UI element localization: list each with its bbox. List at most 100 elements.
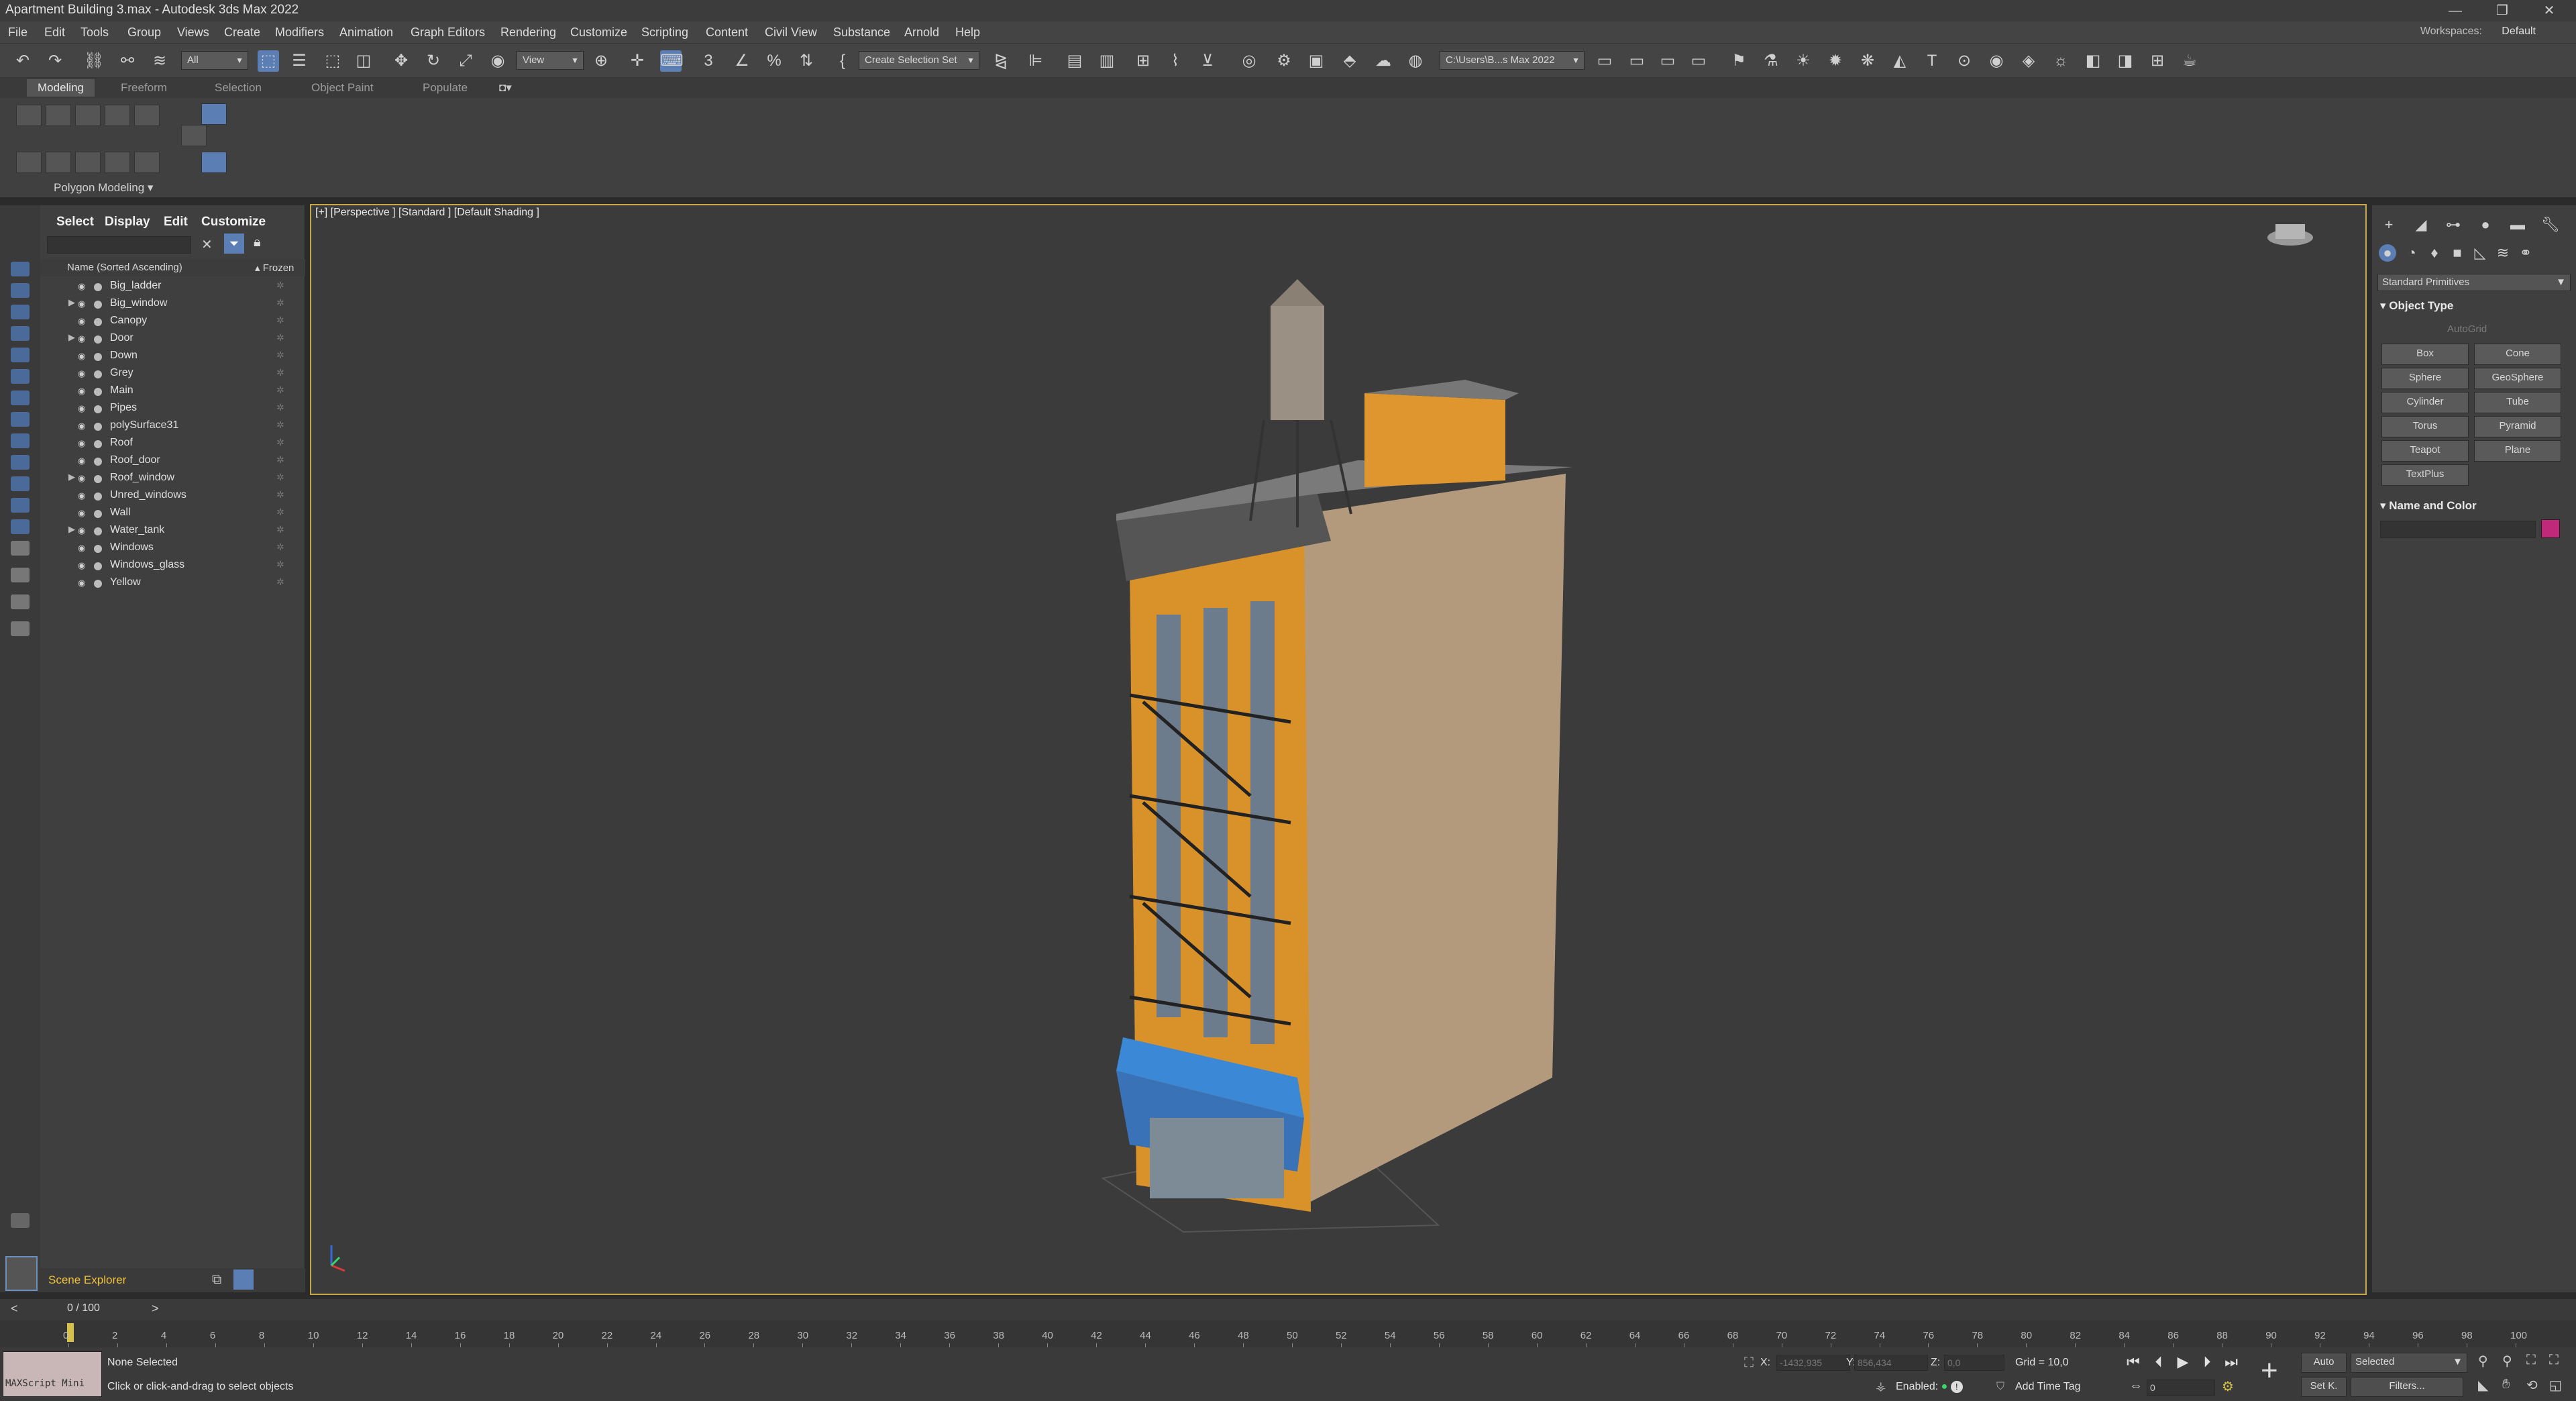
scale-icon[interactable]: ⤢ bbox=[455, 50, 476, 72]
z-coordinate-field[interactable]: 0,0 bbox=[1944, 1355, 2004, 1371]
ribbon-tool-1[interactable] bbox=[16, 105, 42, 126]
auto-key-button[interactable]: Auto bbox=[2301, 1353, 2347, 1373]
ribbon-tool-7[interactable] bbox=[46, 152, 71, 173]
play-icon[interactable]: ▶ bbox=[2174, 1353, 2192, 1371]
menu-help[interactable]: Help bbox=[955, 25, 980, 40]
render-toggle-icon[interactable] bbox=[94, 283, 102, 291]
toggle-ribbon-icon[interactable]: ⊞ bbox=[1132, 50, 1154, 72]
freeze-icon[interactable]: ✲ bbox=[276, 367, 284, 378]
list-item[interactable]: ▶ ◉ Water_tank ✲ bbox=[67, 522, 305, 539]
rotate-icon[interactable]: ↻ bbox=[423, 50, 444, 72]
edit-named-selection-icon[interactable]: { bbox=[832, 50, 853, 72]
visibility-icon[interactable]: ◉ bbox=[78, 525, 85, 536]
selection-filter-dropdown[interactable]: All ▼ bbox=[181, 51, 248, 70]
expand-arrow-icon[interactable]: ▶ bbox=[68, 297, 75, 308]
box-button[interactable]: Box bbox=[2381, 344, 2469, 365]
display-tab-icon[interactable]: ▬ bbox=[2509, 216, 2526, 234]
display-all-icon[interactable] bbox=[11, 541, 30, 556]
grid-toggle-icon[interactable]: ⊞ bbox=[2147, 50, 2168, 72]
ribbon-tool-10[interactable] bbox=[134, 152, 160, 173]
clear-search-icon[interactable]: ✕ bbox=[201, 236, 213, 253]
freeze-icon[interactable]: ✲ bbox=[276, 454, 284, 466]
ribbon-tool-3[interactable] bbox=[75, 105, 101, 126]
create-tab-icon[interactable]: + bbox=[2380, 216, 2398, 234]
isolate-icon[interactable]: ⛶ bbox=[1744, 1355, 1754, 1371]
render-production-icon[interactable]: ⬘ bbox=[1339, 50, 1360, 72]
sphere-button[interactable]: Sphere bbox=[2381, 368, 2469, 389]
set-key-button[interactable]: Set K. bbox=[2301, 1377, 2347, 1397]
visibility-icon[interactable]: ◉ bbox=[78, 421, 85, 431]
render-toggle-icon[interactable] bbox=[94, 423, 102, 431]
menu-substance[interactable]: Substance bbox=[833, 25, 890, 40]
sun-icon[interactable]: ✹ bbox=[1825, 50, 1846, 72]
keyboard-shortcut-override-icon[interactable]: ⌨ bbox=[660, 50, 684, 72]
ribbon-tool-11[interactable] bbox=[181, 125, 207, 146]
visibility-icon[interactable]: ◉ bbox=[78, 473, 85, 484]
display-shapes-icon[interactable] bbox=[11, 305, 30, 319]
spacewarps-category-icon[interactable]: ≋ bbox=[2494, 244, 2512, 262]
render-toggle-icon[interactable] bbox=[94, 318, 102, 326]
freeze-icon[interactable]: ✲ bbox=[276, 524, 284, 535]
list-item[interactable]: ◉ Canopy ✲ bbox=[67, 313, 305, 330]
visibility-icon[interactable]: ◉ bbox=[78, 438, 85, 449]
ribbon-tool-9[interactable] bbox=[105, 152, 130, 173]
render-in-cloud-icon[interactable]: ☁ bbox=[1373, 50, 1394, 72]
explorer-menu-display[interactable]: Display bbox=[105, 215, 150, 229]
render-setup-icon[interactable]: ⚙ bbox=[1273, 50, 1295, 72]
current-frame-field[interactable]: 0 bbox=[2147, 1380, 2215, 1396]
menu-create[interactable]: Create bbox=[224, 25, 260, 40]
menu-modifiers[interactable]: Modifiers bbox=[275, 25, 324, 40]
render-toggle-icon[interactable] bbox=[94, 440, 102, 448]
visibility-icon[interactable]: ◉ bbox=[78, 543, 85, 554]
render-toggle-icon[interactable] bbox=[94, 301, 102, 309]
mirror-tool-icon[interactable]: ◭ bbox=[1889, 50, 1911, 72]
ref-coord-dropdown[interactable]: View ▼ bbox=[517, 51, 584, 70]
explorer-menu-edit[interactable]: Edit bbox=[164, 215, 188, 229]
cylinder-button[interactable]: Cylinder bbox=[2381, 392, 2469, 413]
teapot-button[interactable]: Teapot bbox=[2381, 440, 2469, 462]
sort-icon[interactable]: ⧉ bbox=[212, 1272, 221, 1288]
move-icon[interactable]: ✥ bbox=[390, 50, 412, 72]
render-toggle-icon[interactable] bbox=[94, 475, 102, 483]
project-icon[interactable]: ▭ bbox=[1688, 50, 1709, 72]
open-file-icon[interactable]: ▭ bbox=[1626, 50, 1648, 72]
collapse-arrow-icon[interactable] bbox=[11, 1213, 30, 1228]
select-by-name-icon[interactable]: ☰ bbox=[288, 50, 310, 72]
explorer-menu-customize[interactable]: Customize bbox=[201, 215, 266, 229]
visibility-icon[interactable]: ◉ bbox=[78, 490, 85, 501]
list-item[interactable]: ▶ ◉ Door ✲ bbox=[67, 330, 305, 348]
name-and-color-header[interactable]: ▾ Name and Color bbox=[2380, 499, 2477, 513]
open-explorer-icon[interactable]: ▭ bbox=[1594, 50, 1615, 72]
zoom-all-icon[interactable]: ⚲ bbox=[2502, 1353, 2512, 1369]
freeze-icon[interactable]: ✲ bbox=[276, 489, 284, 501]
display-containers-icon[interactable] bbox=[11, 476, 30, 491]
list-item[interactable]: ◉ polySurface31 ✲ bbox=[67, 417, 305, 435]
text-tool-icon[interactable]: T bbox=[1921, 50, 1943, 72]
schematic-view-icon[interactable]: ⊻ bbox=[1197, 50, 1218, 72]
expand-arrow-icon[interactable]: ▶ bbox=[68, 332, 75, 343]
rendered-frame-window-icon[interactable]: ▣ bbox=[1305, 50, 1327, 72]
visibility-icon[interactable]: ◉ bbox=[78, 299, 85, 309]
set-key-big-icon[interactable]: + bbox=[2261, 1354, 2278, 1388]
visibility-icon[interactable]: ◉ bbox=[78, 578, 85, 588]
time-tag-icon[interactable]: ⛉ bbox=[1996, 1381, 2004, 1393]
sphere-tool-icon[interactable]: ◉ bbox=[1986, 50, 2007, 72]
viewport-layout-icon[interactable]: ◧ bbox=[2082, 50, 2104, 72]
key-filters-button[interactable]: Filters... bbox=[2351, 1377, 2463, 1397]
freeze-icon[interactable]: ✲ bbox=[276, 559, 284, 570]
arnold-icon[interactable]: ◈ bbox=[2018, 50, 2039, 72]
previous-frame-icon[interactable]: ⏴ bbox=[2149, 1353, 2168, 1371]
object-type-header[interactable]: ▾ Object Type bbox=[2380, 299, 2453, 313]
ribbon-tool-6[interactable] bbox=[16, 152, 42, 173]
key-mode-icon[interactable]: ⇔ bbox=[2129, 1378, 2143, 1394]
display-hidden-icon[interactable] bbox=[11, 519, 30, 534]
display-geometry-icon[interactable] bbox=[11, 283, 30, 298]
render-toggle-icon[interactable] bbox=[94, 353, 102, 361]
column-frozen-header[interactable]: ▴ Frozen bbox=[255, 262, 294, 274]
explorer-layout-icon[interactable] bbox=[5, 1256, 38, 1291]
select-manipulate-icon[interactable]: ✛ bbox=[627, 50, 648, 72]
freeze-icon[interactable]: ✲ bbox=[276, 280, 284, 291]
list-item[interactable]: ◉ Unred_windows ✲ bbox=[67, 487, 305, 505]
display-influences-icon[interactable] bbox=[11, 594, 30, 609]
freeze-icon[interactable]: ✲ bbox=[276, 576, 284, 588]
